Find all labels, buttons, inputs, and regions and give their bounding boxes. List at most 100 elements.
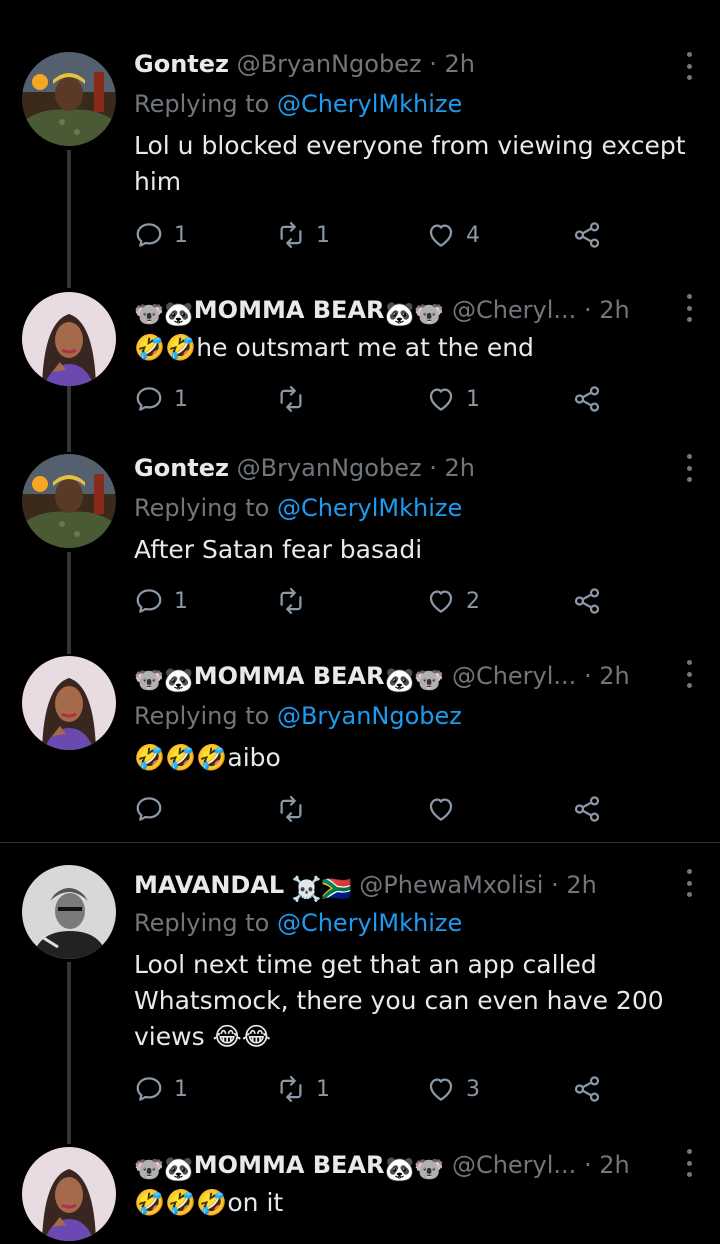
share-icon [572, 586, 602, 616]
reply-count: 1 [174, 1076, 188, 1102]
like-button[interactable]: 3 [426, 1072, 480, 1106]
like-count: 4 [466, 222, 480, 248]
separator-dot: · [429, 50, 437, 78]
reply-icon [134, 384, 164, 414]
more-options-icon[interactable] [684, 294, 694, 322]
avatar[interactable] [22, 52, 116, 146]
tweet[interactable]: 🐨🐼MOMMA BEAR🐼🐨 @Cheryl... · 2h 🤣🤣he outs… [0, 270, 720, 440]
timestamp[interactable]: 2h [599, 1151, 629, 1179]
separator-dot: · [429, 454, 437, 482]
share-button[interactable] [572, 584, 602, 618]
display-name[interactable]: Gontez [134, 50, 229, 78]
retweet-button[interactable] [276, 382, 316, 416]
like-button[interactable]: 2 [426, 584, 480, 618]
display-name[interactable]: MOMMA BEAR [194, 662, 385, 690]
reply-icon [134, 794, 164, 824]
tweet-text-content: aibo [227, 743, 281, 772]
koala-icon: 🐨 [134, 666, 164, 694]
replying-to-label: Replying to [134, 494, 270, 522]
more-options-icon[interactable] [684, 869, 694, 897]
retweet-icon [276, 586, 306, 616]
like-button[interactable]: 4 [426, 218, 480, 252]
like-count: 3 [466, 1076, 480, 1102]
avatar[interactable] [22, 454, 116, 548]
retweet-button[interactable] [276, 792, 306, 826]
user-handle[interactable]: @PhewaMxolisi [359, 871, 543, 899]
retweet-count: 1 [316, 1076, 330, 1102]
reply-button[interactable] [134, 792, 164, 826]
timestamp[interactable]: 2h [599, 296, 629, 324]
like-button[interactable]: 1 [426, 382, 480, 416]
tweet[interactable]: 🐨🐼MOMMA BEAR🐼🐨 @Cheryl... · 2h 🤣🤣🤣on it [0, 1125, 720, 1244]
share-icon [572, 1074, 602, 1104]
display-name[interactable]: Gontez [134, 454, 229, 482]
avatar[interactable] [22, 865, 116, 959]
tweet-header: 🐨🐼MOMMA BEAR🐼🐨 @Cheryl... · 2h [134, 660, 680, 696]
mention-link[interactable]: @CherylMkhize [277, 494, 462, 522]
share-button[interactable] [572, 792, 602, 826]
reply-button[interactable]: 1 [134, 218, 188, 252]
skull-crossbones-icon: ☠️ [291, 875, 322, 903]
tweet[interactable]: MAVANDAL ☠️🇿🇦 @PhewaMxolisi · 2h Replyin… [0, 843, 720, 1125]
tweet-actions: 1 1 4 [134, 218, 614, 252]
reply-button[interactable]: 1 [134, 1072, 188, 1106]
retweet-button[interactable]: 1 [276, 218, 330, 252]
display-name[interactable]: MAVANDAL [134, 871, 284, 899]
reply-icon [134, 220, 164, 250]
more-options-icon[interactable] [684, 1149, 694, 1177]
reply-count: 1 [174, 588, 188, 614]
more-options-icon[interactable] [684, 660, 694, 688]
user-handle[interactable]: @Cheryl... [452, 662, 576, 690]
timestamp[interactable]: 2h [444, 454, 474, 482]
panda-icon: 🐼 [384, 666, 415, 694]
woman-icon [22, 656, 116, 750]
more-options-icon[interactable] [684, 52, 694, 80]
replying-to: Replying to @CherylMkhize [134, 88, 462, 120]
timestamp[interactable]: 2h [444, 50, 474, 78]
like-icon [426, 384, 456, 414]
retweet-button[interactable] [276, 584, 316, 618]
more-options-icon[interactable] [684, 454, 694, 482]
display-name[interactable]: MOMMA BEAR [194, 296, 385, 324]
display-name[interactable]: MOMMA BEAR [194, 1151, 385, 1179]
man-cap-icon [22, 454, 116, 548]
retweet-button[interactable]: 1 [276, 1072, 330, 1106]
replying-to: Replying to @BryanNgobez [134, 700, 462, 732]
reply-icon [134, 1074, 164, 1104]
man-cap-icon [22, 52, 116, 146]
emoji-text: 🤣🤣🤣 [134, 743, 228, 772]
avatar[interactable] [22, 1147, 116, 1241]
reply-button[interactable]: 1 [134, 584, 188, 618]
share-button[interactable] [572, 1072, 602, 1106]
reply-button[interactable]: 1 [134, 382, 188, 416]
tweet[interactable]: Gontez @BryanNgobez · 2h Replying to @Ch… [0, 440, 720, 650]
user-handle[interactable]: @Cheryl... [452, 296, 576, 324]
separator-dot: · [583, 662, 592, 690]
emoji-text: 🤣🤣 [134, 333, 197, 362]
user-handle[interactable]: @Cheryl... [452, 1151, 576, 1179]
tweet-header: MAVANDAL ☠️🇿🇦 @PhewaMxolisi · 2h [134, 869, 680, 905]
mention-link[interactable]: @CherylMkhize [277, 909, 462, 937]
tweet-header: 🐨🐼MOMMA BEAR🐼🐨 @Cheryl... · 2h [134, 1149, 680, 1185]
share-icon [572, 794, 602, 824]
mention-link[interactable]: @CherylMkhize [277, 90, 462, 118]
timestamp[interactable]: 2h [566, 871, 596, 899]
tweet[interactable]: 🐨🐼MOMMA BEAR🐼🐨 @Cheryl... · 2h Replying … [0, 650, 720, 842]
avatar[interactable] [22, 656, 116, 750]
user-handle[interactable]: @BryanNgobez [237, 50, 422, 78]
panda-icon: 🐼 [163, 666, 194, 694]
panda-icon: 🐼 [163, 300, 194, 328]
tweet-text-content: on it [227, 1188, 284, 1217]
mention-link[interactable]: @BryanNgobez [277, 702, 462, 730]
replying-to-label: Replying to [134, 909, 270, 937]
tweet[interactable]: Gontez @BryanNgobez · 2h Replying to @Ch… [0, 0, 720, 270]
tweet-text-content: he outsmart me at the end [196, 333, 534, 362]
avatar[interactable] [22, 292, 116, 386]
share-button[interactable] [572, 382, 602, 416]
share-button[interactable] [572, 218, 602, 252]
koala-icon: 🐨 [134, 300, 164, 328]
user-handle[interactable]: @BryanNgobez [237, 454, 422, 482]
like-button[interactable] [426, 792, 456, 826]
timestamp[interactable]: 2h [599, 662, 629, 690]
like-icon [426, 1074, 456, 1104]
